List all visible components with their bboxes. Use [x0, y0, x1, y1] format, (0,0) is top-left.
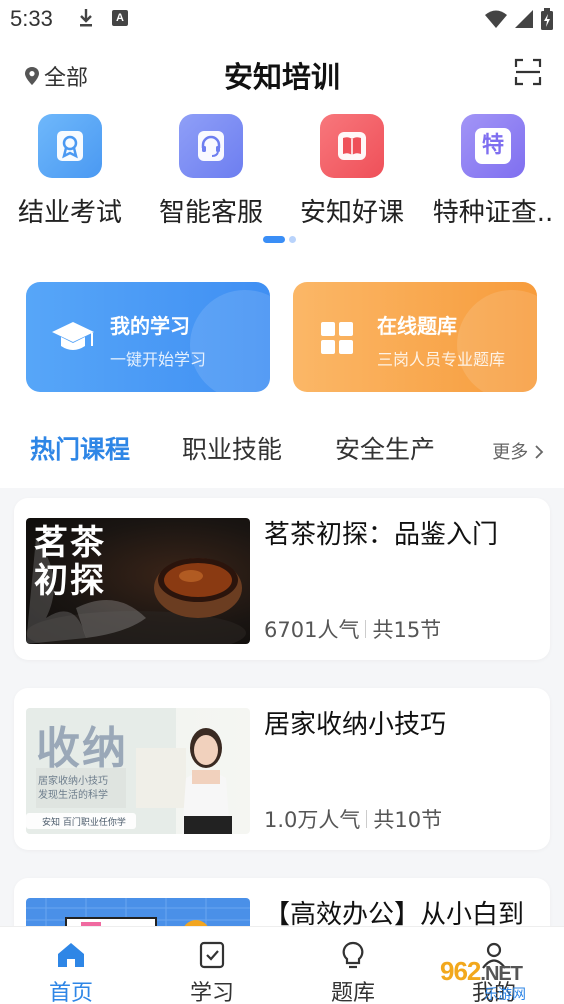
- special-cert-glyph: 特: [475, 128, 511, 164]
- meta-divider: [366, 810, 368, 828]
- card-title: 在线题库: [377, 314, 457, 338]
- thumbnail-footer: 安知 百门职业任你学: [42, 818, 126, 828]
- watermark-number: 962: [440, 956, 481, 986]
- course-thumbnail-tea: 茗茶初探: [26, 518, 250, 644]
- card-decoration: [457, 290, 537, 392]
- app-header: 全部 安知培训: [0, 38, 564, 110]
- carousel-dot-active: [263, 236, 285, 243]
- tab-hot-courses[interactable]: 热门课程: [30, 430, 130, 466]
- signal-icon: [515, 10, 533, 28]
- course-sections: 共10节: [373, 808, 443, 832]
- quick-action-service[interactable]: 智能客服: [141, 114, 281, 229]
- thumbnail-title: 收纳: [36, 723, 128, 774]
- course-thumbnail-storage: 收纳 居家收纳小技巧 发现生活的科学 安知 百门职业任你学: [26, 708, 250, 834]
- course-title: 居家收纳小技巧: [264, 710, 447, 740]
- tab-vocational-skills[interactable]: 职业技能: [182, 430, 282, 466]
- more-link[interactable]: 更多: [492, 438, 544, 464]
- lightbulb-icon: [342, 941, 364, 969]
- home-icon: [58, 943, 84, 967]
- certificate-icon: [38, 114, 102, 178]
- wifi-icon: [485, 10, 507, 28]
- course-tabs: 热门课程 职业技能 安全生产 更多: [0, 410, 564, 488]
- nav-label: 题库: [330, 981, 375, 1004]
- card-decoration: [190, 290, 270, 392]
- watermark-name: 乐游网: [484, 987, 526, 1003]
- download-icon: [80, 9, 92, 27]
- status-bar: 5:33 A: [0, 0, 564, 38]
- special-cert-icon: 特: [461, 114, 525, 178]
- thumbnail-subtitle: 发现生活的科学: [38, 790, 108, 801]
- nav-label: 学习: [189, 981, 234, 1004]
- course-card[interactable]: 茗茶初探 茗茶初探：品鉴入门 6701人气 共15节: [14, 498, 550, 660]
- course-sections: 共15节: [372, 618, 442, 642]
- nav-home[interactable]: 首页: [26, 941, 116, 1004]
- card-subtitle: 一键开始学习: [110, 350, 207, 369]
- course-popularity: 1.0万人气: [264, 808, 361, 832]
- status-time: 5:33: [10, 6, 53, 31]
- nav-question-bank[interactable]: 题库: [308, 941, 398, 1004]
- thumbnail-subtitle: 居家收纳小技巧: [38, 776, 108, 787]
- quick-action-exam[interactable]: 结业考试: [0, 114, 140, 229]
- watermark-domain: .NET: [480, 963, 523, 985]
- page-title: 安知培训: [223, 60, 340, 94]
- office-thumbnail-image: [26, 898, 250, 928]
- quick-action-label: 特种证查..: [432, 198, 554, 228]
- feature-cards: 我的学习 一键开始学习 在线题库 三岗人员专业题库: [0, 258, 564, 410]
- carousel-dot: [289, 236, 296, 243]
- quick-actions: 结业考试 智能客服 安知好课 特 特种证查..: [0, 110, 564, 258]
- course-title: 【高效办公】从小白到: [264, 900, 525, 928]
- carousel-indicator: [263, 236, 296, 243]
- battery-icon: [541, 8, 553, 30]
- quick-action-label: 智能客服: [158, 198, 263, 228]
- watermark-logo: 962.NET 乐游网: [426, 956, 556, 1003]
- quick-action-label: 结业考试: [17, 198, 122, 228]
- a-notification-icon: A: [112, 10, 128, 26]
- tab-safety-production[interactable]: 安全生产: [335, 430, 435, 466]
- my-learning-card[interactable]: 我的学习 一键开始学习: [26, 282, 270, 392]
- chevron-right-icon: [535, 445, 544, 459]
- headset-icon: [179, 114, 243, 178]
- question-bank-card[interactable]: 在线题库 三岗人员专业题库: [293, 282, 537, 392]
- status-icons: [484, 8, 554, 30]
- course-card[interactable]: 收纳 居家收纳小技巧 发现生活的科学 安知 百门职业任你学 居家收纳小技巧 1.…: [14, 688, 550, 850]
- thumbnail-title: 茗茶初探: [34, 523, 106, 601]
- quick-action-courses[interactable]: 安知好课: [282, 114, 422, 229]
- course-title: 茗茶初探：品鉴入门: [264, 520, 499, 550]
- course-meta: 1.0万人气 共10节: [264, 804, 442, 834]
- checklist-icon: [199, 941, 225, 969]
- scan-icon[interactable]: [514, 58, 542, 86]
- nav-label: 首页: [48, 981, 93, 1004]
- watermark-brand: 962.NET: [440, 956, 523, 987]
- book-icon: [320, 114, 384, 178]
- course-meta: 6701人气 共15节: [264, 614, 441, 644]
- course-popularity: 6701人气: [264, 618, 360, 642]
- quick-action-label: 安知好课: [299, 198, 404, 228]
- quick-action-special-cert[interactable]: 特 特种证查..: [423, 114, 563, 229]
- meta-divider: [365, 620, 367, 638]
- grid-icon: [321, 322, 353, 354]
- card-subtitle: 三岗人员专业题库: [377, 350, 506, 369]
- more-label: 更多: [492, 442, 529, 463]
- graduation-cap-icon: [52, 322, 94, 350]
- card-title: 我的学习: [110, 314, 190, 338]
- course-card[interactable]: 【高效办公】从小白到: [14, 878, 550, 928]
- course-thumbnail-office: [26, 898, 250, 928]
- nav-study[interactable]: 学习: [167, 941, 257, 1004]
